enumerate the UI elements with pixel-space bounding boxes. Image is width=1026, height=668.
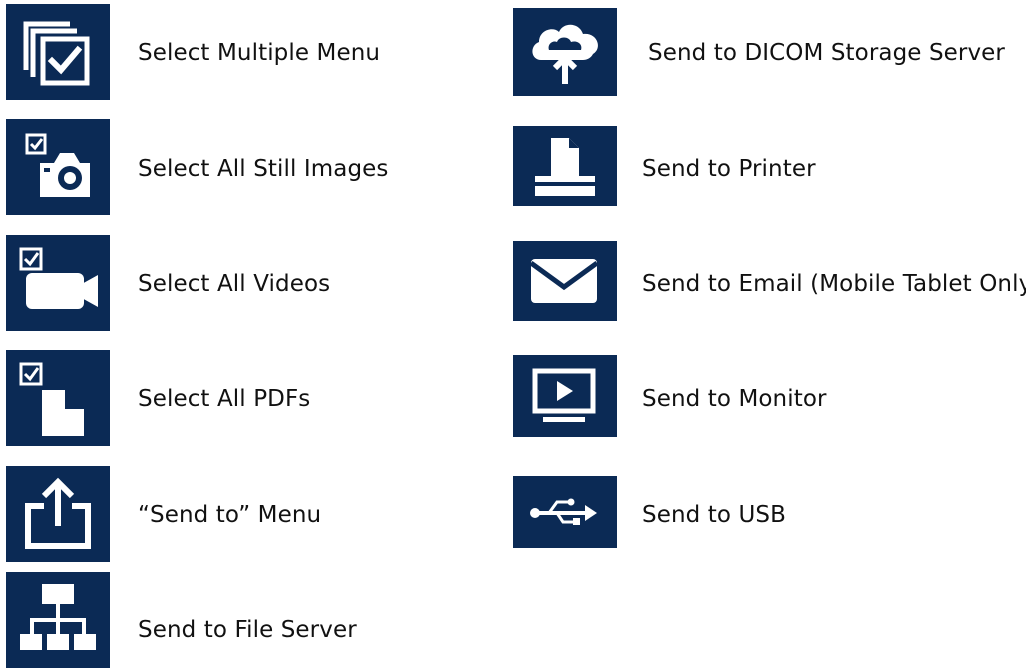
monitor-play-icon [532,368,596,422]
still-image-camera-icon [25,133,90,197]
send-to-printer-tile[interactable] [513,126,617,206]
select-all-still-images-tile[interactable] [6,119,110,215]
cloud-upload-icon [532,24,598,84]
select-all-videos-label: Select All Videos [138,271,331,297]
usb-icon [530,498,597,525]
video-camera-icon [19,247,98,309]
file-server-network-icon [20,584,96,650]
send-to-dicom-storage-server-label: Send to DICOM Storage Server [648,40,1005,66]
select-all-pdfs-tile[interactable] [6,350,110,446]
send-to-monitor-label: Send to Monitor [642,386,827,412]
select-multiple-menu-label: Select Multiple Menu [138,40,381,66]
select-all-pdfs-label: Select All PDFs [138,386,311,412]
send-to-menu-label: “Send to” Menu [138,502,322,528]
send-to-usb-tile[interactable] [513,476,617,548]
send-to-file-server-label: Send to File Server [138,617,357,643]
send-to-printer-label: Send to Printer [642,156,816,182]
send-to-dicom-storage-server-tile[interactable] [513,8,617,96]
send-to-file-server-tile[interactable] [6,572,110,668]
send-to-email-label: Send to Email (Mobile Tablet Only) [642,271,1026,297]
select-multiple-icon [23,21,90,86]
email-envelope-icon [529,259,599,303]
printer-icon [535,138,595,196]
send-to-email-tile[interactable] [513,241,617,321]
send-to-monitor-tile[interactable] [513,355,617,437]
send-to-usb-label: Send to USB [642,502,786,528]
select-multiple-menu-tile[interactable] [6,4,110,100]
send-to-menu-tile[interactable] [6,466,110,562]
select-all-videos-tile[interactable] [6,235,110,331]
select-all-still-images-label: Select All Still Images [138,156,389,182]
send-to-share-icon [25,477,91,549]
pdf-document-icon [19,362,87,436]
